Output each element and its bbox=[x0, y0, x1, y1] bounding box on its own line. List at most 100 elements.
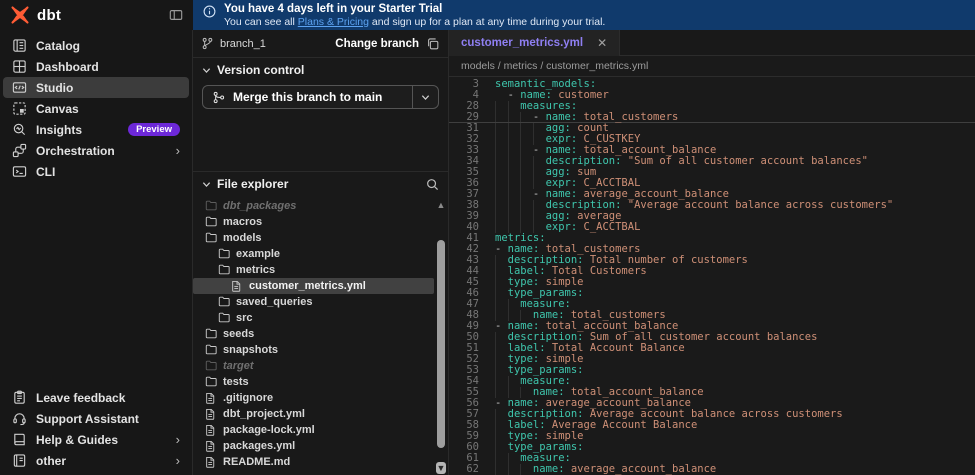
preview-badge: Preview bbox=[128, 122, 180, 137]
file-tree: dbt_packages macros models example metrics cu… bbox=[193, 196, 448, 475]
folder-icon bbox=[218, 296, 230, 308]
file-explorer-title: File explorer bbox=[217, 177, 289, 191]
sidebar-item-label: Orchestration bbox=[36, 143, 115, 158]
trial-banner-subtitle: You can see all Plans & Pricing and sign… bbox=[224, 16, 606, 28]
tree-item-label: saved_queries bbox=[236, 296, 313, 308]
insights-icon bbox=[12, 122, 27, 137]
tree-file-.gitignore[interactable]: .gitignore bbox=[193, 390, 448, 406]
tree-item-label: dbt_project.yml bbox=[223, 408, 305, 420]
sidebar-item-other[interactable]: other › bbox=[3, 450, 189, 471]
tree-file-customer_metrics.yml[interactable]: customer_metrics.yml bbox=[193, 278, 434, 294]
sidebar-item-label: Help & Guides bbox=[36, 432, 119, 447]
version-control-body: Merge this branch to main bbox=[193, 82, 448, 109]
headset-icon bbox=[12, 411, 27, 426]
yaml-dash: - bbox=[532, 188, 546, 200]
file-explorer-header[interactable]: File explorer bbox=[193, 172, 448, 196]
sidebar-item-cli[interactable]: CLI bbox=[3, 161, 189, 182]
dbt-logo-icon bbox=[10, 5, 30, 25]
code-line-35[interactable]: 35 agg: sum bbox=[449, 167, 975, 178]
sidebar-item-label: CLI bbox=[36, 164, 56, 179]
code-line-28[interactable]: 28 measures: bbox=[449, 101, 975, 112]
tab-customer-metrics[interactable]: customer_metrics.yml ✕ bbox=[449, 30, 621, 56]
sidebar-item-help-guides[interactable]: Help & Guides › bbox=[3, 429, 189, 450]
chevron-down-icon bbox=[202, 180, 211, 189]
sidebar-item-dashboard[interactable]: Dashboard bbox=[3, 56, 189, 77]
sidebar-item-support-assistant[interactable]: Support Assistant bbox=[3, 408, 189, 429]
git-merge-icon bbox=[212, 91, 225, 104]
copy-icon[interactable] bbox=[426, 37, 440, 51]
code-line-38[interactable]: 38 description: "Average account balance … bbox=[449, 200, 975, 211]
chevron-right-icon: › bbox=[175, 143, 180, 158]
scroll-down-icon[interactable]: ▼ bbox=[436, 462, 446, 474]
tree-folder-saved_queries[interactable]: saved_queries bbox=[193, 294, 448, 310]
scrollbar-thumb[interactable] bbox=[437, 240, 445, 448]
indent-guide bbox=[507, 101, 521, 112]
code-line-29[interactable]: 29 - name: total_customers bbox=[449, 112, 975, 123]
sidebar-item-catalog[interactable]: Catalog bbox=[3, 35, 189, 56]
scroll-up-icon[interactable]: ▲ bbox=[436, 200, 446, 210]
sidebar-item-canvas[interactable]: Canvas bbox=[3, 98, 189, 119]
plans-pricing-link[interactable]: Plans & Pricing bbox=[298, 16, 369, 28]
sidebar-item-studio[interactable]: Studio bbox=[3, 77, 189, 98]
tree-folder-src[interactable]: src bbox=[193, 310, 448, 326]
yaml-value: C_ACCTBAL bbox=[577, 221, 641, 233]
tree-folder-snapshots[interactable]: snapshots bbox=[193, 342, 448, 358]
canvas-icon bbox=[12, 101, 27, 116]
tree-item-label: example bbox=[236, 248, 281, 260]
tree-folder-example[interactable]: example bbox=[193, 246, 448, 262]
code-line-54[interactable]: 54 measure: bbox=[449, 376, 975, 387]
nav-sidebar: Catalog Dashboard Studio Canvas Insights Prev… bbox=[0, 30, 193, 475]
code-line-text: - name: total_customers bbox=[485, 112, 678, 123]
nav-top: Catalog Dashboard Studio Canvas Insights Prev… bbox=[3, 35, 189, 182]
file-explorer-scrollbar[interactable]: ▲ ▼ bbox=[436, 198, 446, 475]
tree-file-dbt_project.yml[interactable]: dbt_project.yml bbox=[193, 406, 448, 422]
change-branch-button[interactable]: Change branch bbox=[335, 38, 419, 50]
indent-guide bbox=[520, 167, 533, 178]
tree-item-label: snapshots bbox=[223, 344, 279, 356]
sidebar-item-insights[interactable]: Insights Preview bbox=[3, 119, 189, 140]
tree-folder-metrics[interactable]: metrics bbox=[193, 262, 448, 278]
search-icon[interactable] bbox=[426, 178, 439, 191]
code-area[interactable]: 3 semantic_models: 4- name: customer 28 meas… bbox=[449, 77, 975, 475]
top-bar: dbt You have 4 days left in your Starter… bbox=[0, 0, 975, 30]
tree-folder-seeds[interactable]: seeds bbox=[193, 326, 448, 342]
tree-file-README.md[interactable]: README.md bbox=[193, 454, 448, 470]
tree-folder-dbt_packages[interactable]: dbt_packages bbox=[193, 198, 448, 214]
yaml-key: name: bbox=[532, 463, 565, 475]
version-control-section-header[interactable]: Version control bbox=[193, 58, 448, 82]
sidebar-item-orchestration[interactable]: Orchestration › bbox=[3, 140, 189, 161]
trial-banner-title: You have 4 days left in your Starter Tri… bbox=[224, 3, 443, 15]
indent-guide bbox=[507, 200, 521, 211]
yaml-value: "Average account balance across customer… bbox=[621, 199, 894, 211]
indent-guide bbox=[495, 299, 508, 310]
other-icon bbox=[12, 453, 27, 468]
tree-folder-tests[interactable]: tests bbox=[193, 374, 448, 390]
sidebar-item-leave-feedback[interactable]: Leave feedback bbox=[3, 387, 189, 408]
indent-guide bbox=[520, 211, 533, 222]
indent-guide bbox=[507, 178, 521, 189]
tree-item-label: models bbox=[223, 232, 262, 244]
code-line-62[interactable]: 62 name: average_account_balance bbox=[449, 464, 975, 475]
folder-icon bbox=[218, 264, 230, 276]
sidebar-item-label: Studio bbox=[36, 80, 74, 95]
tree-file-package-lock.yml[interactable]: package-lock.yml bbox=[193, 422, 448, 438]
tree-item-label: seeds bbox=[223, 328, 255, 340]
code-line-47[interactable]: 47 measure: bbox=[449, 299, 975, 310]
tree-folder-models[interactable]: models bbox=[193, 230, 448, 246]
tree-item-label: src bbox=[236, 312, 253, 324]
merge-branch-button[interactable]: Merge this branch to main bbox=[202, 85, 439, 109]
indent-guide bbox=[495, 266, 508, 277]
tree-file-packages.yml[interactable]: packages.yml bbox=[193, 438, 448, 454]
code-line-39[interactable]: 39 agg: average bbox=[449, 211, 975, 222]
close-icon[interactable]: ✕ bbox=[597, 37, 607, 49]
file-icon bbox=[205, 392, 217, 404]
merge-options-dropdown[interactable] bbox=[412, 86, 438, 108]
code-line-31[interactable]: 31 agg: count bbox=[449, 123, 975, 134]
folder-icon bbox=[205, 360, 217, 372]
tree-folder-macros[interactable]: macros bbox=[193, 214, 448, 230]
tree-item-label: customer_metrics.yml bbox=[249, 280, 366, 292]
tree-folder-target[interactable]: target bbox=[193, 358, 448, 374]
indent-guide bbox=[495, 211, 508, 222]
code-line-34[interactable]: 34 description: "Sum of all customer acco… bbox=[449, 156, 975, 167]
sidebar-collapse-icon[interactable] bbox=[169, 8, 183, 22]
